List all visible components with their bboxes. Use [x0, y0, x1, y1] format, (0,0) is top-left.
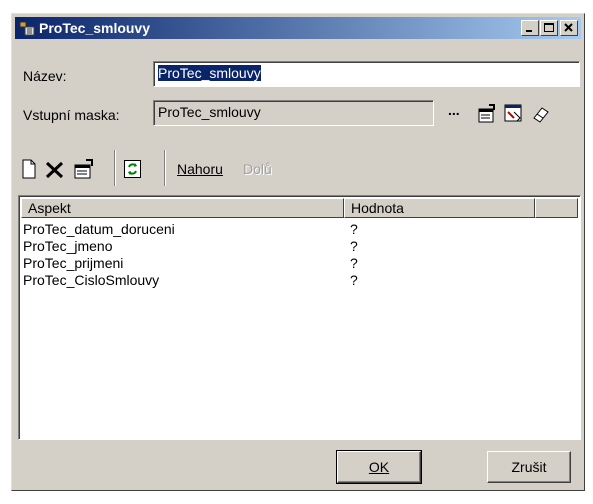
maximize-icon [544, 23, 554, 32]
move-down-button[interactable]: Dolů [243, 161, 272, 177]
cell-aspekt: ProTec_jmeno [23, 238, 113, 254]
aspect-set-icon [19, 21, 35, 36]
mask-edit-icon[interactable] [504, 104, 524, 124]
cell-hodnota: ? [350, 238, 358, 254]
close-icon [564, 23, 573, 32]
toolbar-separator [164, 150, 166, 186]
table-row[interactable]: ProTec_jmeno ? [21, 238, 578, 256]
cell-aspekt: ProTec_prijmeni [23, 255, 124, 271]
window-title: ProTec_smlouvy [39, 20, 151, 36]
cell-aspekt: ProTec_datum_doruceni [23, 221, 175, 237]
cancel-button[interactable]: Zrušit [487, 451, 571, 483]
table-row[interactable]: ProTec_prijmeni ? [21, 255, 578, 273]
name-value: ProTec_smlouvy [158, 65, 261, 81]
ok-label: OK [368, 459, 390, 475]
minimize-icon [526, 30, 532, 32]
column-header-label: Aspekt [28, 200, 71, 216]
refresh-icon[interactable] [123, 159, 143, 179]
cell-hodnota: ? [350, 272, 358, 288]
cell-hodnota: ? [350, 221, 358, 237]
close-button[interactable] [560, 20, 578, 36]
table-row[interactable]: ProTec_datum_doruceni ? [21, 221, 578, 239]
column-header-empty [535, 198, 578, 218]
column-header-label: Hodnota [351, 200, 404, 216]
move-up-button[interactable]: Nahoru [177, 161, 223, 177]
mask-value: ProTec_smlouvy [158, 104, 261, 120]
dialog-window: ProTec_smlouvy Název: ProTec_smlouvy Vst… [11, 13, 585, 491]
browse-mask-button[interactable]: ... [448, 102, 460, 118]
column-header-aspekt[interactable]: Aspekt [21, 198, 344, 218]
aspect-table[interactable]: Aspekt Hodnota ProTec_datum_doruceni ? P… [18, 195, 581, 440]
maximize-button[interactable] [540, 20, 558, 36]
cancel-label: Zrušit [511, 459, 547, 475]
cell-aspekt: ProTec_CisloSmlouvy [23, 272, 160, 288]
properties-icon[interactable] [73, 159, 95, 179]
delete-icon[interactable] [45, 161, 65, 179]
cell-hodnota: ? [350, 255, 358, 271]
mask-label: Vstupní maska: [23, 107, 120, 123]
mask-properties-icon[interactable] [477, 104, 497, 124]
minimize-button[interactable] [521, 20, 539, 36]
name-field[interactable]: ProTec_smlouvy [153, 61, 580, 87]
name-label: Název: [23, 68, 67, 84]
table-row[interactable]: ProTec_CisloSmlouvy ? [21, 272, 578, 290]
column-header-hodnota[interactable]: Hodnota [344, 198, 535, 218]
new-icon[interactable] [21, 159, 37, 179]
toolbar-separator [114, 150, 116, 186]
ok-button[interactable]: OK [336, 450, 422, 484]
eraser-icon[interactable] [531, 105, 551, 123]
title-bar[interactable]: ProTec_smlouvy [15, 17, 581, 39]
mask-field: ProTec_smlouvy [153, 100, 434, 126]
